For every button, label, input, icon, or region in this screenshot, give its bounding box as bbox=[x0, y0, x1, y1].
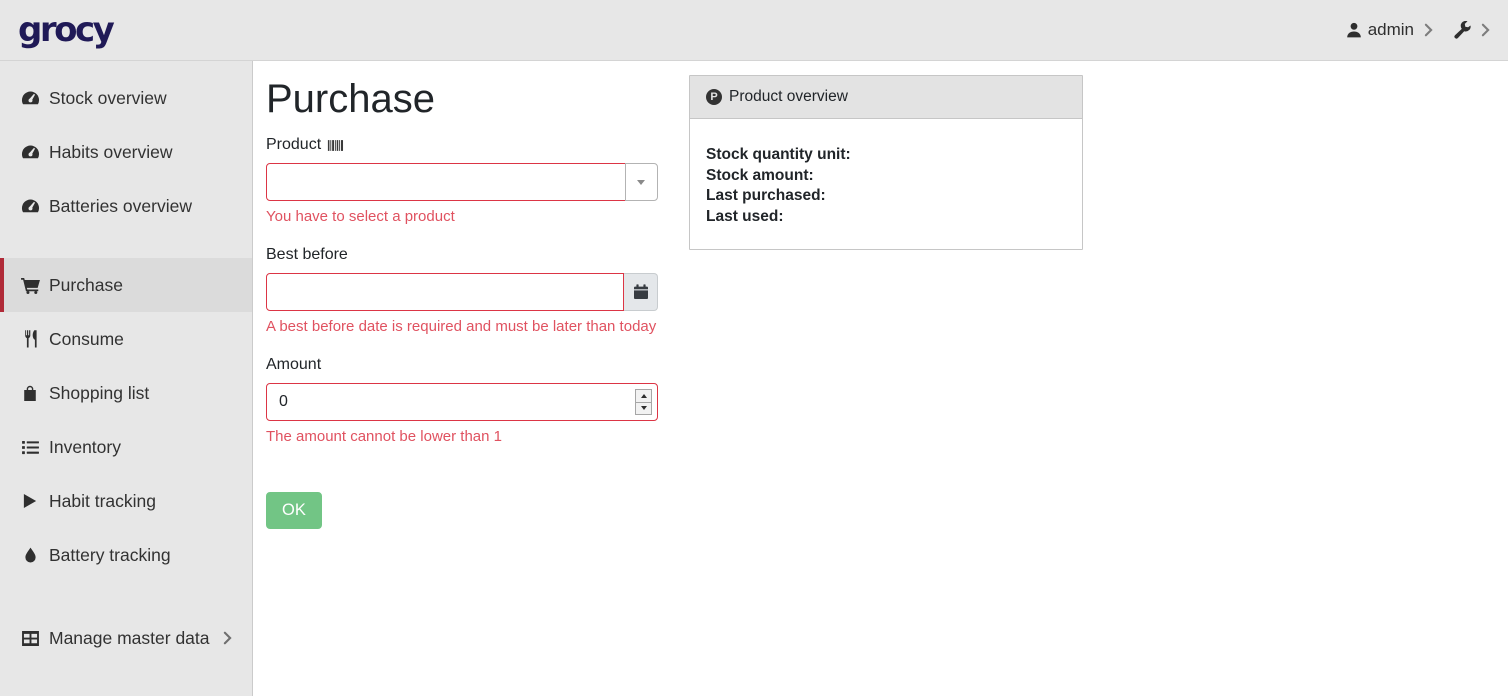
sidebar-item-label: Stock overview bbox=[49, 87, 167, 109]
stepper-up-button[interactable] bbox=[636, 390, 651, 402]
best-before-field-group: Best before A best before date is requir… bbox=[266, 246, 658, 335]
sidebar-item-label: Habit tracking bbox=[49, 490, 156, 512]
stock-amount-label: Stock amount: bbox=[706, 166, 1066, 187]
shopping-cart-icon bbox=[20, 277, 40, 294]
product-circle-icon: P bbox=[706, 89, 722, 105]
product-overview-title: Product overview bbox=[729, 88, 848, 106]
list-icon bbox=[20, 440, 40, 455]
last-used-label: Last used: bbox=[706, 207, 1066, 228]
best-before-label: Best before bbox=[266, 246, 658, 264]
product-field-group: Product You have to select a product bbox=[266, 136, 658, 225]
purchase-form: Purchase Product You have to select a pr… bbox=[266, 75, 658, 529]
chevron-down-icon bbox=[637, 180, 645, 185]
stock-quantity-unit-label: Stock quantity unit: bbox=[706, 145, 1066, 166]
play-icon bbox=[20, 493, 40, 509]
shopping-bag-icon bbox=[20, 385, 40, 402]
sidebar-item-label: Inventory bbox=[49, 436, 121, 458]
sidebar-item-label: Manage master data bbox=[49, 627, 210, 649]
sidebar-item-shopping-list[interactable]: Shopping list bbox=[0, 366, 252, 420]
gauge-icon bbox=[20, 144, 40, 160]
barcode-icon bbox=[327, 138, 345, 153]
user-icon bbox=[1346, 22, 1362, 38]
chevron-right-icon[interactable] bbox=[1481, 23, 1490, 37]
sidebar-item-purchase[interactable]: Purchase bbox=[0, 258, 252, 312]
sidebar-item-batteries-overview[interactable]: Batteries overview bbox=[0, 179, 252, 233]
calendar-button[interactable] bbox=[624, 273, 658, 311]
user-label: admin bbox=[1368, 20, 1414, 40]
sidebar-item-manage-master-data[interactable]: Manage master data bbox=[0, 611, 252, 665]
gauge-icon bbox=[20, 90, 40, 106]
sidebar-item-battery-tracking[interactable]: Battery tracking bbox=[0, 528, 252, 582]
droplet-icon bbox=[20, 547, 40, 564]
sidebar: Stock overview Habits overview Batteries… bbox=[0, 61, 253, 696]
settings-menu[interactable] bbox=[1453, 21, 1471, 39]
user-menu[interactable]: admin bbox=[1346, 20, 1414, 40]
sidebar-item-label: Shopping list bbox=[49, 382, 149, 404]
caret-down-icon bbox=[641, 406, 647, 410]
gauge-icon bbox=[20, 198, 40, 214]
amount-label: Amount bbox=[266, 356, 658, 374]
caret-up-icon bbox=[641, 394, 647, 398]
sidebar-item-label: Batteries overview bbox=[49, 195, 192, 217]
amount-input[interactable] bbox=[266, 383, 658, 421]
product-error: You have to select a product bbox=[266, 208, 658, 225]
navbar-right: admin bbox=[1346, 20, 1490, 40]
product-dropdown-button[interactable] bbox=[625, 163, 658, 201]
best-before-error: A best before date is required and must … bbox=[266, 318, 658, 335]
sidebar-item-label: Purchase bbox=[49, 274, 123, 296]
sidebar-item-label: Habits overview bbox=[49, 141, 173, 163]
chevron-right-icon[interactable] bbox=[1424, 23, 1433, 37]
product-input[interactable] bbox=[266, 163, 626, 201]
product-overview-body: Stock quantity unit: Stock amount: Last … bbox=[690, 119, 1082, 249]
page-title: Purchase bbox=[266, 77, 658, 122]
sidebar-item-habit-tracking[interactable]: Habit tracking bbox=[0, 474, 252, 528]
top-navbar: grocy admin bbox=[0, 0, 1508, 61]
product-overview-header: P Product overview bbox=[690, 76, 1082, 119]
amount-error: The amount cannot be lower than 1 bbox=[266, 428, 658, 445]
sidebar-item-stock-overview[interactable]: Stock overview bbox=[0, 71, 252, 125]
last-purchased-label: Last purchased: bbox=[706, 186, 1066, 207]
sidebar-item-label: Battery tracking bbox=[49, 544, 171, 566]
sidebar-item-habits-overview[interactable]: Habits overview bbox=[0, 125, 252, 179]
best-before-input[interactable] bbox=[266, 273, 624, 311]
calendar-icon bbox=[633, 284, 649, 300]
product-overview-card: P Product overview Stock quantity unit: … bbox=[689, 75, 1083, 250]
utensils-icon bbox=[20, 330, 40, 348]
sidebar-item-consume[interactable]: Consume bbox=[0, 312, 252, 366]
grocy-logo[interactable]: grocy bbox=[18, 10, 112, 50]
ok-button[interactable]: OK bbox=[266, 492, 322, 529]
sidebar-item-inventory[interactable]: Inventory bbox=[0, 420, 252, 474]
amount-field-group: Amount The amount cannot be lower than 1 bbox=[266, 356, 658, 445]
chevron-right-icon bbox=[223, 631, 232, 645]
stepper-down-button[interactable] bbox=[636, 402, 651, 415]
main-content: Purchase Product You have to select a pr… bbox=[253, 61, 1508, 529]
table-icon bbox=[20, 631, 40, 646]
amount-stepper[interactable] bbox=[635, 389, 652, 415]
wrench-icon bbox=[1453, 21, 1471, 39]
sidebar-item-label: Consume bbox=[49, 328, 124, 350]
product-label: Product bbox=[266, 136, 658, 154]
